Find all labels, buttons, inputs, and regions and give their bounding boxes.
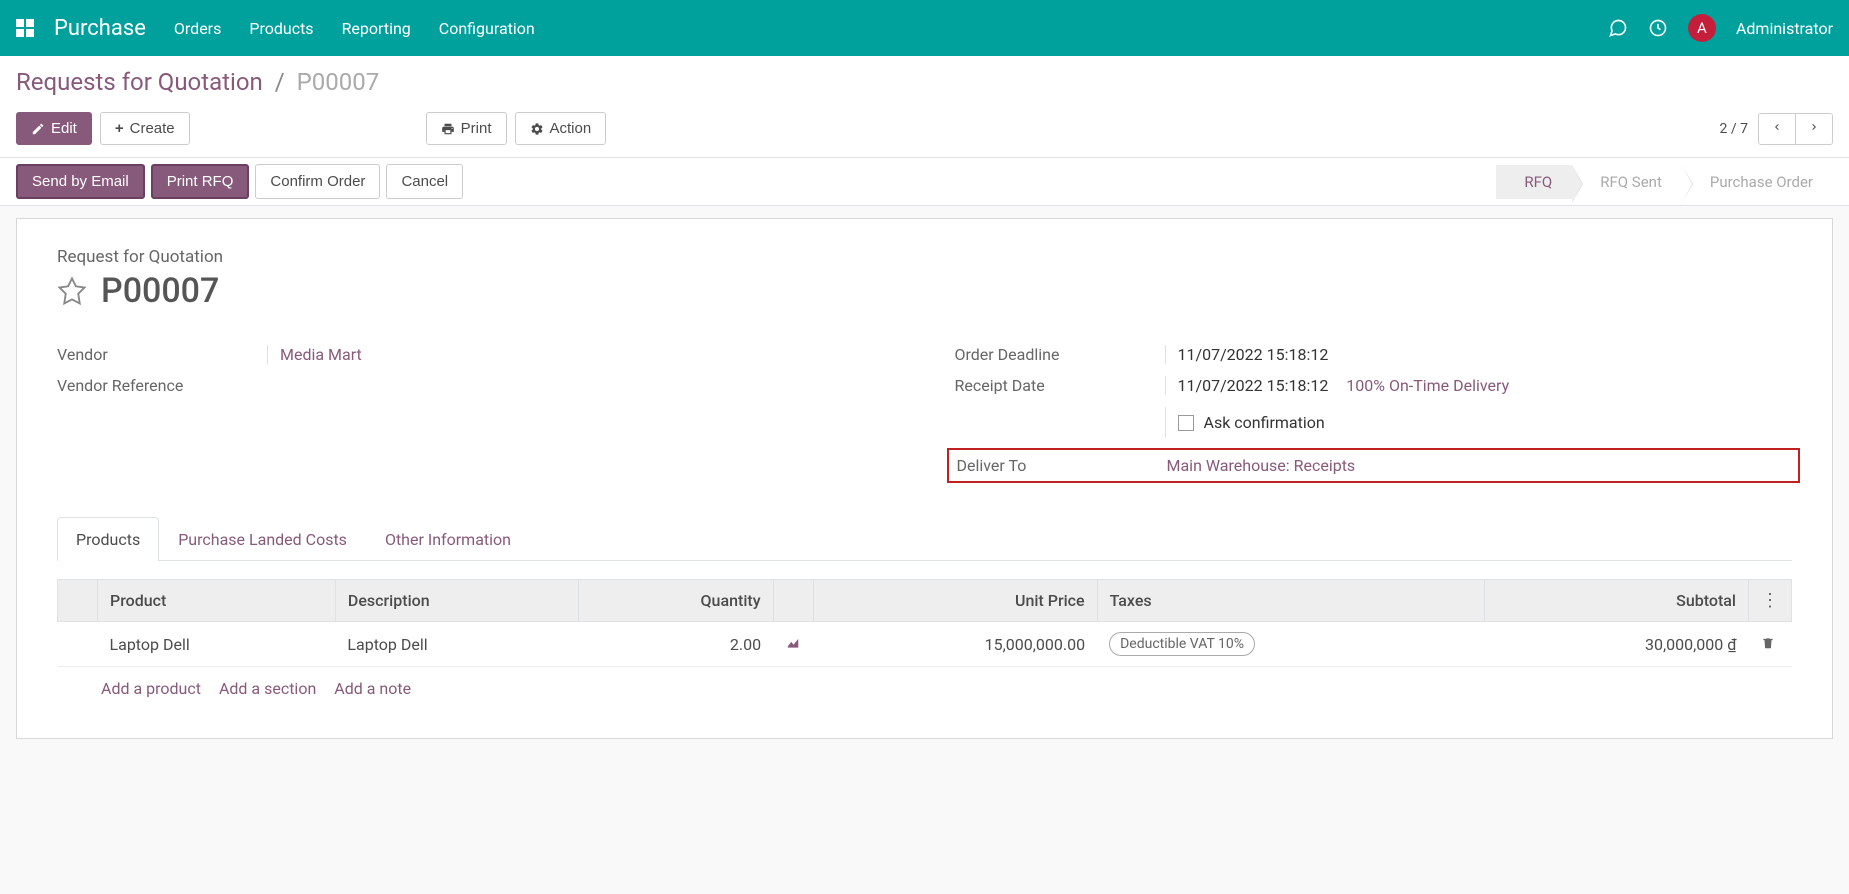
clock-icon[interactable] (1648, 18, 1668, 38)
gear-icon (530, 122, 544, 136)
chart-icon (785, 636, 801, 650)
action-label: Action (550, 120, 592, 137)
vendor-value[interactable]: Media Mart (267, 345, 895, 364)
breadcrumb-current: P00007 (297, 68, 380, 96)
order-lines-table: Product Description Quantity Unit Price … (57, 579, 1792, 667)
order-deadline-value: 11/07/2022 15:18:12 (1165, 345, 1793, 364)
vendor-label: Vendor (57, 345, 267, 364)
th-unit-price: Unit Price (813, 580, 1097, 622)
confirm-order-button[interactable]: Confirm Order (255, 164, 380, 199)
create-label: Create (130, 120, 175, 137)
wf-step-rfq-sent[interactable]: RFQ Sent (1572, 165, 1682, 199)
tab-products[interactable]: Products (57, 517, 159, 561)
nav-products[interactable]: Products (249, 19, 313, 38)
th-description: Description (335, 580, 579, 622)
star-icon[interactable] (57, 276, 87, 306)
trash-icon (1761, 636, 1775, 650)
print-rfq-button[interactable]: Print RFQ (151, 164, 250, 199)
th-kebab[interactable]: ⋮ (1749, 580, 1792, 622)
wf-step-rfq[interactable]: RFQ (1496, 165, 1572, 199)
add-product-link[interactable]: Add a product (101, 679, 201, 698)
user-name[interactable]: Administrator (1736, 19, 1833, 38)
apps-icon[interactable] (16, 19, 34, 37)
cell-forecast[interactable] (773, 622, 813, 667)
form-sheet: Request for Quotation P00007 Vendor Medi… (16, 218, 1833, 739)
tabs: Products Purchase Landed Costs Other Inf… (57, 517, 1792, 561)
cell-product: Laptop Dell (98, 622, 336, 667)
avatar[interactable]: A (1688, 14, 1716, 42)
tab-other-info[interactable]: Other Information (366, 517, 530, 561)
add-section-link[interactable]: Add a section (219, 679, 316, 698)
tax-pill: Deductible VAT 10% (1109, 632, 1255, 656)
status-bar: Send by Email Print RFQ Confirm Order Ca… (0, 157, 1849, 206)
deliver-to-highlight: Deliver To Main Warehouse: Receipts (947, 448, 1801, 483)
th-subtotal: Subtotal (1485, 580, 1749, 622)
ask-confirmation-label: Ask confirmation (1204, 413, 1325, 432)
topbar: Purchase Orders Products Reporting Confi… (0, 0, 1849, 56)
edit-button[interactable]: Edit (16, 112, 92, 145)
deliver-to-value[interactable]: Main Warehouse: Receipts (1167, 456, 1791, 475)
cancel-button[interactable]: Cancel (386, 164, 463, 199)
breadcrumb: Requests for Quotation / P00007 (16, 68, 1833, 96)
order-deadline-label: Order Deadline (955, 345, 1165, 364)
cell-delete[interactable] (1749, 622, 1792, 667)
app-title[interactable]: Purchase (54, 16, 146, 41)
deliver-to-label: Deliver To (957, 456, 1167, 475)
action-button[interactable]: Action (515, 112, 607, 145)
chevron-right-icon (1808, 121, 1820, 133)
receipt-date-label: Receipt Date (955, 376, 1165, 395)
ontime-badge: 100% On-Time Delivery (1346, 376, 1509, 395)
cell-unit-price: 15,000,000.00 (813, 622, 1097, 667)
add-note-link[interactable]: Add a note (334, 679, 411, 698)
ask-confirmation-checkbox[interactable] (1178, 415, 1194, 431)
receipt-date-value: 11/07/2022 15:18:12 100% On-Time Deliver… (1165, 376, 1793, 395)
pager: 2 / 7 (1720, 113, 1834, 145)
pager-text: 2 / 7 (1720, 121, 1749, 137)
edit-label: Edit (51, 120, 77, 137)
control-bar: Edit + Create Print Action 2 / 7 (0, 102, 1849, 157)
record-subtitle: Request for Quotation (57, 247, 1792, 267)
table-header-row: Product Description Quantity Unit Price … (58, 580, 1792, 622)
workflow-steps: RFQ RFQ Sent Purchase Order (1496, 165, 1833, 199)
cell-subtotal: 30,000,000 ₫ (1485, 622, 1749, 667)
nav-configuration[interactable]: Configuration (439, 19, 535, 38)
th-product: Product (98, 580, 336, 622)
nav-orders[interactable]: Orders (174, 19, 221, 38)
cell-quantity: 2.00 (579, 622, 773, 667)
breadcrumb-bar: Requests for Quotation / P00007 (0, 56, 1849, 102)
vendor-ref-label: Vendor Reference (57, 376, 267, 395)
chat-icon[interactable] (1608, 18, 1628, 38)
create-button[interactable]: + Create (100, 112, 190, 145)
nav-reporting[interactable]: Reporting (342, 19, 411, 38)
breadcrumb-sep: / (275, 68, 285, 96)
print-button[interactable]: Print (426, 112, 507, 145)
tab-landed-costs[interactable]: Purchase Landed Costs (159, 517, 366, 561)
cell-taxes: Deductible VAT 10% (1097, 622, 1485, 667)
pager-next-button[interactable] (1796, 114, 1832, 144)
print-label: Print (461, 120, 492, 137)
plus-icon: + (115, 120, 124, 137)
table-row[interactable]: Laptop Dell Laptop Dell 2.00 15,000,000.… (58, 622, 1792, 667)
send-email-button[interactable]: Send by Email (16, 164, 145, 199)
printer-icon (441, 122, 455, 136)
pager-prev-button[interactable] (1759, 114, 1796, 144)
th-quantity: Quantity (579, 580, 773, 622)
chevron-left-icon (1771, 121, 1783, 133)
breadcrumb-root[interactable]: Requests for Quotation (16, 68, 263, 96)
wf-step-purchase-order[interactable]: Purchase Order (1682, 165, 1833, 199)
pencil-icon (31, 122, 45, 136)
cell-description: Laptop Dell (335, 622, 579, 667)
th-taxes: Taxes (1097, 580, 1485, 622)
record-name: P00007 (101, 271, 219, 311)
